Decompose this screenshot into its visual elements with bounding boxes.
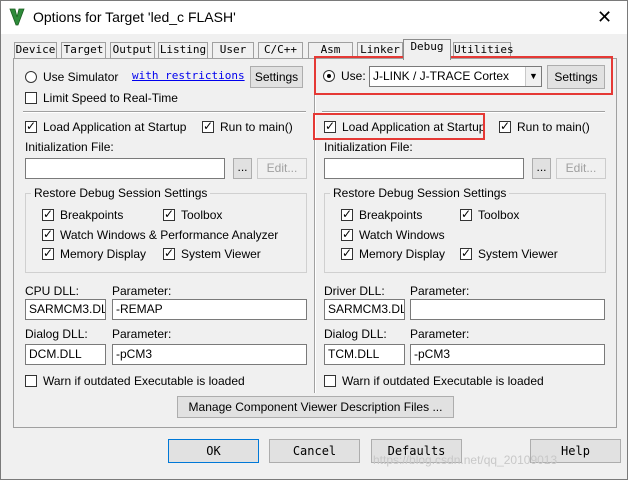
left-toolbox-label: Toolbox — [181, 208, 223, 222]
manage-component-viewer-button[interactable]: Manage Component Viewer Description File… — [177, 396, 454, 418]
tab-user[interactable]: User — [212, 42, 254, 58]
load-app-highlight-box — [313, 113, 485, 140]
left-breakpoints-checkbox[interactable] — [42, 207, 54, 221]
left-breakpoints-label: Breakpoints — [60, 208, 124, 222]
cpu-dll-input[interactable]: SARMCM3.DLL — [25, 299, 106, 320]
close-icon[interactable]: ✕ — [582, 1, 627, 34]
cpu-parameter-input[interactable]: -REMAP — [112, 299, 307, 320]
left-dialog-dll-input[interactable]: DCM.DLL — [25, 344, 106, 365]
right-memory-checkbox[interactable] — [341, 246, 353, 260]
left-system-viewer-label: System Viewer — [181, 247, 261, 261]
right-toolbox-checkbox[interactable] — [460, 207, 472, 221]
left-memory-label: Memory Display — [60, 247, 147, 261]
right-memory-label: Memory Display — [359, 247, 446, 261]
left-restore-title: Restore Debug Session Settings — [31, 186, 211, 200]
right-dialog-parameter-input[interactable]: -pCM3 — [410, 344, 605, 365]
with-restrictions-link[interactable]: with restrictions — [132, 69, 245, 82]
left-toolbox-checkbox[interactable] — [163, 207, 175, 221]
right-dialog-dll-label: Dialog DLL: — [324, 327, 387, 341]
tab-debug[interactable]: Debug — [403, 39, 451, 60]
right-watch-checkbox[interactable] — [341, 227, 353, 241]
driver-dll-label: Driver DLL: — [324, 284, 385, 298]
right-init-file-label: Initialization File: — [324, 140, 413, 154]
right-warn-outdated-label: Warn if outdated Executable is loaded — [342, 374, 544, 388]
cpu-dll-label: CPU DLL: — [25, 284, 80, 298]
left-edit-button[interactable]: Edit... — [257, 158, 307, 179]
left-load-app-label: Load Application at Startup — [43, 120, 187, 134]
watermark: https://blog.csdn.net/qq_20109013 — [373, 453, 558, 467]
right-dialog-parameter-label: Parameter: — [410, 327, 470, 341]
right-system-viewer-checkbox[interactable] — [460, 246, 472, 260]
left-system-viewer-checkbox[interactable] — [163, 246, 175, 260]
tab-target[interactable]: Target — [61, 42, 106, 58]
title-bar: Options for Target 'led_c FLASH' ✕ — [1, 1, 627, 34]
options-dialog: Options for Target 'led_c FLASH' ✕ Devic… — [0, 0, 628, 480]
right-dialog-dll-input[interactable]: TCM.DLL — [324, 344, 405, 365]
left-watch-checkbox[interactable] — [42, 227, 54, 241]
tab-c-cpp[interactable]: C/C++ — [258, 42, 303, 58]
limit-speed-checkbox[interactable] — [25, 92, 37, 104]
right-browse-button[interactable]: ... — [532, 158, 551, 179]
right-breakpoints-checkbox[interactable] — [341, 207, 353, 221]
left-dialog-parameter-label: Parameter: — [112, 327, 172, 341]
driver-parameter-input[interactable] — [410, 299, 605, 320]
left-memory-checkbox[interactable] — [42, 246, 54, 260]
right-toolbox-label: Toolbox — [478, 208, 520, 222]
right-breakpoints-label: Breakpoints — [359, 208, 423, 222]
left-separator — [23, 111, 306, 113]
driver-parameter-label: Parameter: — [410, 284, 470, 298]
right-system-viewer-label: System Viewer — [478, 247, 558, 261]
right-run-to-main-label: Run to main() — [517, 120, 590, 134]
cancel-button[interactable]: Cancel — [269, 439, 360, 463]
left-dialog-parameter-input[interactable]: -pCM3 — [112, 344, 307, 365]
cpu-parameter-label: Parameter: — [112, 284, 172, 298]
simulator-settings-button[interactable]: Settings — [250, 66, 303, 88]
tab-output[interactable]: Output — [110, 42, 155, 58]
tab-listing[interactable]: Listing — [158, 42, 208, 58]
right-init-file-input[interactable] — [324, 158, 524, 179]
ok-button[interactable]: OK — [168, 439, 259, 463]
right-watch-label: Watch Windows — [359, 228, 445, 242]
left-run-to-main-label: Run to main() — [220, 120, 293, 134]
left-browse-button[interactable]: ... — [233, 158, 252, 179]
left-load-app-checkbox[interactable] — [25, 119, 37, 133]
left-dialog-dll-label: Dialog DLL: — [25, 327, 88, 341]
right-run-to-main-checkbox[interactable] — [499, 119, 511, 133]
right-restore-title: Restore Debug Session Settings — [330, 186, 510, 200]
limit-speed-label: Limit Speed to Real-Time — [43, 91, 178, 105]
use-simulator-label: Use Simulator — [43, 70, 119, 84]
left-watch-label: Watch Windows & Performance Analyzer — [60, 228, 279, 242]
driver-dll-input[interactable]: SARMCM3.DLL — [324, 299, 405, 320]
left-run-to-main-checkbox[interactable] — [202, 119, 214, 133]
left-warn-outdated-label: Warn if outdated Executable is loaded — [43, 374, 245, 388]
tab-device[interactable]: Device — [14, 42, 57, 58]
keil-app-icon — [9, 8, 25, 26]
window-title: Options for Target 'led_c FLASH' — [33, 9, 236, 25]
left-init-file-input[interactable] — [25, 158, 225, 179]
use-simulator-radio[interactable] — [25, 71, 37, 83]
debugger-highlight-box — [314, 56, 613, 95]
left-warn-outdated-checkbox[interactable] — [25, 375, 37, 387]
right-edit-button[interactable]: Edit... — [556, 158, 606, 179]
left-init-file-label: Initialization File: — [25, 140, 114, 154]
right-warn-outdated-checkbox[interactable] — [324, 375, 336, 387]
